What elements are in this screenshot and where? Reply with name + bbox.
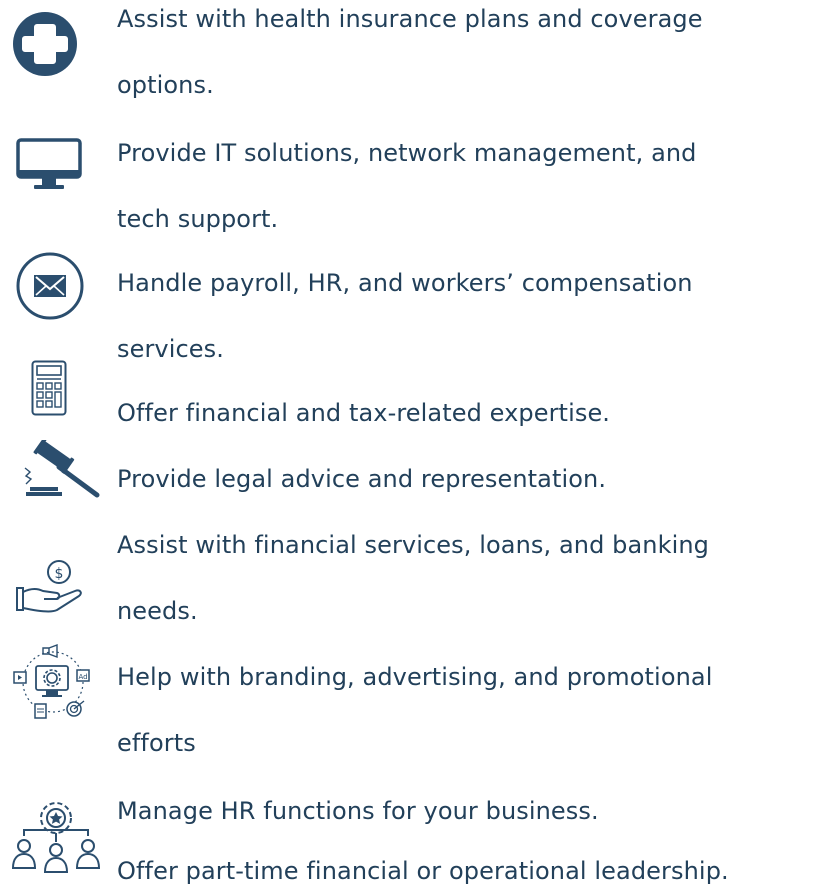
service-text-leadership-line-1: Offer part-time financial or operational…: [117, 857, 729, 885]
services-list: Assist with health insurance plans and c…: [0, 0, 818, 891]
service-text-health-line-2: options.: [117, 71, 214, 99]
marketing-icon: Ad: [13, 644, 90, 719]
svg-text:$: $: [55, 566, 64, 582]
service-text-it-line-1: Provide IT solutions, network management…: [117, 139, 697, 167]
service-text-legal-line-1: Provide legal advice and representation.: [117, 465, 607, 493]
service-text-marketing-line-2: efforts: [117, 729, 196, 757]
service-text-banking-line-1: Assist with financial services, loans, a…: [117, 531, 710, 559]
service-text-payroll-line-1: Handle payroll, HR, and workers’ compens…: [117, 269, 693, 297]
service-text-payroll-line-2: services.: [117, 335, 225, 363]
computer-monitor-icon: [16, 138, 82, 189]
service-text-hr-line-1: Manage HR functions for your business.: [117, 797, 599, 825]
gavel-icon: [24, 440, 100, 498]
envelope-icon: [16, 252, 84, 320]
service-text-health-line-1: Assist with health insurance plans and c…: [117, 5, 703, 33]
service-text-it-line-2: tech support.: [117, 205, 279, 233]
service-text-banking-line-2: needs.: [117, 597, 198, 625]
calculator-icon: [31, 360, 67, 416]
hand-dollar-icon: $: [16, 560, 82, 613]
svg-text:Ad: Ad: [78, 673, 87, 681]
medical-cross-icon: [13, 12, 77, 76]
service-text-marketing-line-1: Help with branding, advertising, and pro…: [117, 663, 713, 691]
hr-management-icon: [11, 802, 101, 873]
service-text-tax-line-1: Offer financial and tax-related expertis…: [117, 399, 611, 427]
